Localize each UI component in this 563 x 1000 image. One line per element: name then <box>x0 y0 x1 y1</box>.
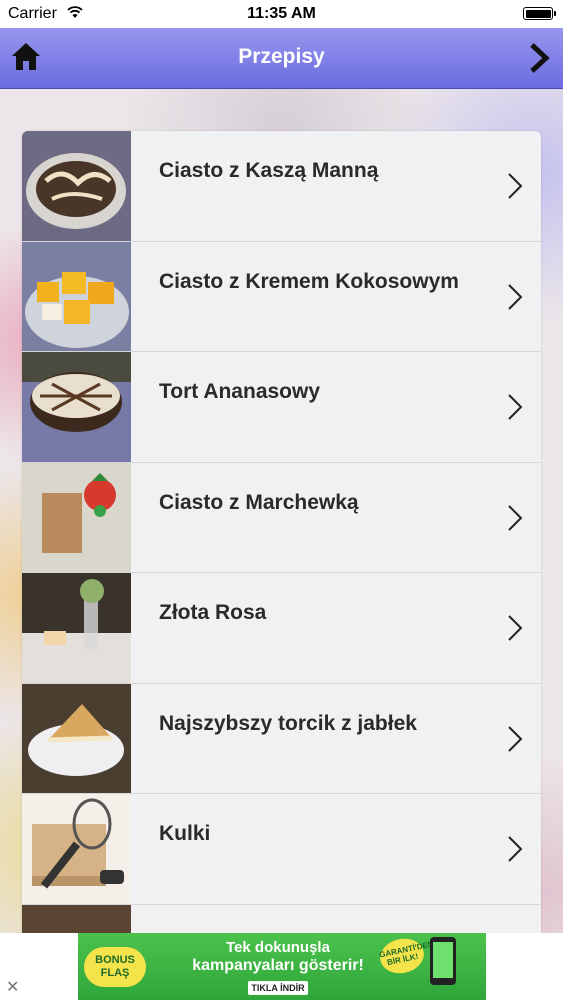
recipe-thumbnail <box>22 904 131 933</box>
ad-headline: Tek dokunuşla <box>226 939 330 956</box>
page-title: Przepisy <box>238 45 325 68</box>
chevron-right-icon <box>507 725 523 753</box>
recipe-title: Ciasto z Marchewką <box>159 490 359 514</box>
chevron-right-icon <box>507 172 523 200</box>
recipe-row[interactable] <box>22 904 541 933</box>
chevron-right-icon <box>507 614 523 642</box>
recipe-title: Ciasto z Kremem Kokosowym <box>159 269 459 293</box>
recipe-row[interactable]: Najszybszy torcik z jabłek <box>22 683 541 794</box>
phone-icon <box>430 937 456 985</box>
recipe-row[interactable]: Ciasto z Marchewką <box>22 462 541 573</box>
recipe-title: Najszybszy torcik z jabłek <box>159 711 417 735</box>
recipe-thumbnail <box>22 241 131 351</box>
ad-banner[interactable]: BONUS FLAŞ Tek dokunuşla kampanyaları gö… <box>78 933 486 1000</box>
chevron-right-icon <box>507 504 523 532</box>
recipe-title: Złota Rosa <box>159 601 267 624</box>
chevron-right-icon <box>507 283 523 311</box>
status-bar: Carrier 11:35 AM <box>0 0 563 28</box>
navigation-bar: Przepisy <box>0 28 563 89</box>
ad-cta-button[interactable]: TIKLA İNDİR <box>248 981 308 995</box>
recipe-title: Kulki <box>159 822 211 845</box>
recipe-thumbnail <box>22 794 131 904</box>
recipe-row[interactable]: Tort Ananasowy <box>22 352 541 463</box>
chevron-right-icon <box>507 393 523 421</box>
ad-close-icon[interactable]: ✕ <box>6 977 19 997</box>
recipe-row[interactable]: Kulki <box>22 794 541 905</box>
recipe-thumbnail <box>22 573 131 683</box>
status-time: 11:35 AM <box>247 5 316 22</box>
battery-icon <box>523 7 556 20</box>
recipe-title: Tort Ananasowy <box>159 380 321 403</box>
ad-subheadline: kampanyaları gösterir! <box>192 957 364 974</box>
chevron-right-icon <box>507 835 523 863</box>
chevron-right-icon[interactable] <box>527 42 551 74</box>
recipe-list: Ciasto z Kaszą Manną Ciasto z Kremem Kok… <box>22 131 541 933</box>
ad-banner-container: ✕ BONUS FLAŞ Tek dokunuşla kampanyaları … <box>0 933 563 1000</box>
recipe-thumbnail <box>22 131 131 241</box>
recipe-thumbnail <box>22 683 131 793</box>
recipe-thumbnail <box>22 352 131 462</box>
recipe-thumbnail <box>22 462 131 572</box>
recipe-title: Ciasto z Kaszą Manną <box>159 159 379 182</box>
ad-badge: BONUS FLAŞ <box>84 947 146 987</box>
recipe-row[interactable]: Ciasto z Kremem Kokosowym <box>22 241 541 352</box>
recipe-row[interactable]: Złota Rosa <box>22 573 541 684</box>
recipe-row[interactable]: Ciasto z Kaszą Manną <box>22 131 541 242</box>
